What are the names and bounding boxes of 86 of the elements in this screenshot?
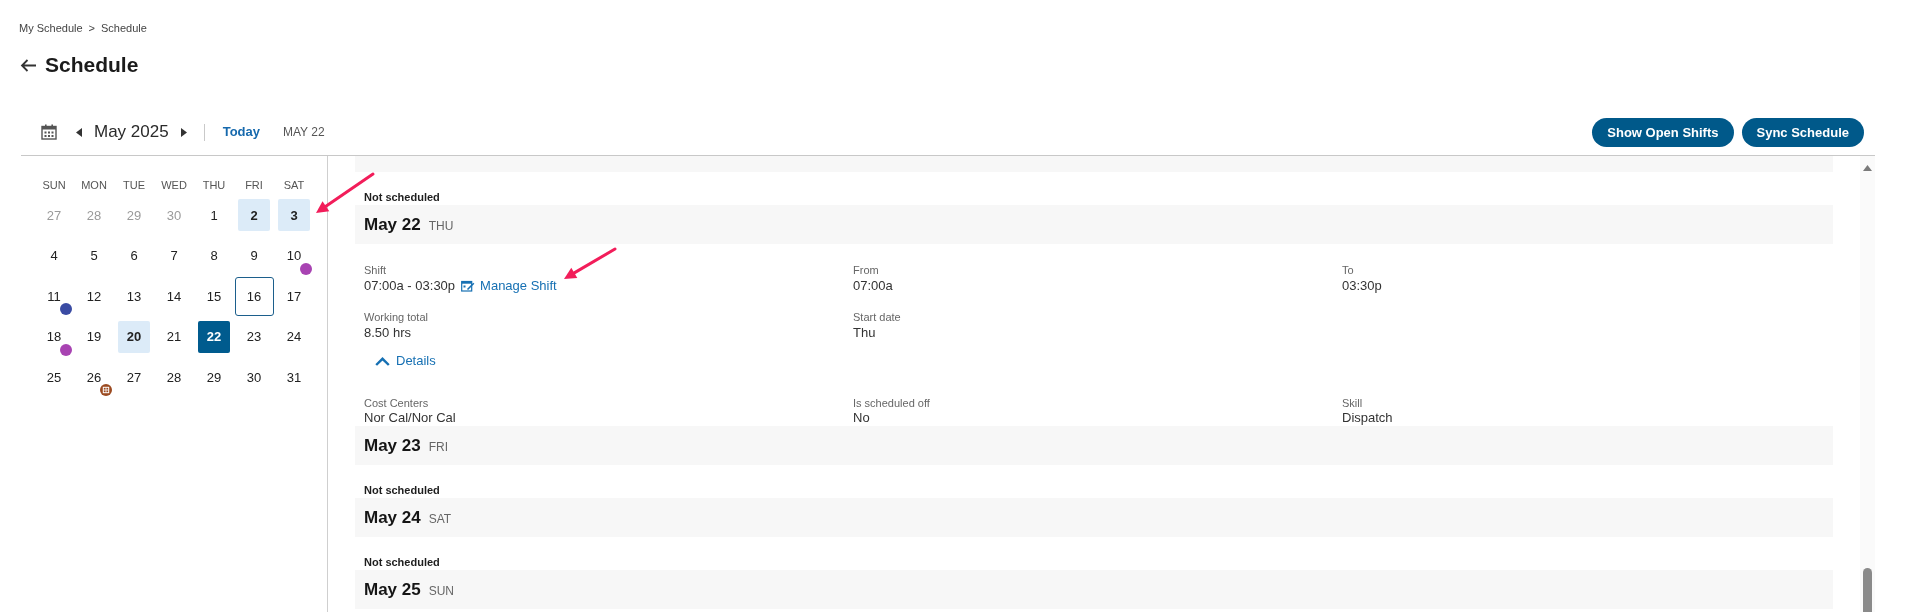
weekday-label: MON xyxy=(80,178,108,193)
calendar-day[interactable]: 30 xyxy=(238,361,270,394)
field-label: From xyxy=(853,263,880,277)
field-label: Shift xyxy=(364,263,387,277)
calendar-day[interactable]: 2 xyxy=(238,199,270,232)
calendar-day[interactable]: 7 xyxy=(158,239,190,272)
month-label: May 2025 xyxy=(94,122,169,142)
scrollbar-thumb[interactable] xyxy=(1863,568,1872,612)
calendar-day[interactable]: 18 xyxy=(38,320,70,353)
field-label: Start date xyxy=(853,310,902,324)
day-weekday: SUN xyxy=(428,583,455,600)
open-shifts-button[interactable]: Show Open Shifts xyxy=(1592,117,1734,147)
field-value: Nor Cal/Nor Cal xyxy=(364,410,457,426)
calendar-day[interactable]: 22 xyxy=(198,320,230,353)
field-label: Skill xyxy=(1342,396,1364,410)
weekday-label: FRI xyxy=(244,178,264,193)
field-label: Cost Centers xyxy=(364,396,430,410)
day-weekday: FRI xyxy=(428,439,449,456)
calendar-day[interactable]: 29 xyxy=(198,361,230,394)
day-weekday: THU xyxy=(428,218,454,235)
manage-shift-link[interactable]: Manage Shift xyxy=(461,277,557,294)
calendar-day[interactable]: 3 xyxy=(278,199,310,232)
calendar-day[interactable]: 23 xyxy=(238,320,270,353)
day-date: May 23 xyxy=(364,435,421,457)
calendar-day[interactable]: 14 xyxy=(158,280,190,313)
back-arrow-icon[interactable] xyxy=(20,58,37,72)
page-title: Schedule xyxy=(45,53,139,77)
details-toggle[interactable]: Details xyxy=(375,351,436,371)
breadcrumb-current: Schedule xyxy=(101,21,147,35)
calendar-day[interactable]: 27 xyxy=(118,361,150,394)
calendar-day[interactable]: 26 xyxy=(78,361,110,394)
annotation-arrow xyxy=(561,246,618,282)
field-label: Is scheduled off xyxy=(853,396,931,410)
field-value: Dispatch xyxy=(1342,410,1394,426)
weekday-label: THU xyxy=(201,178,227,193)
breadcrumb-separator: > xyxy=(88,21,96,35)
chevron-up-icon xyxy=(375,356,390,366)
field-value: 8.50 hrs xyxy=(364,324,412,341)
scroll-up-arrow-icon[interactable] xyxy=(1863,165,1872,171)
calendar-day[interactable]: 20 xyxy=(118,320,150,353)
day-date: May 22 xyxy=(364,214,421,236)
calendar-day[interactable]: 12 xyxy=(78,280,110,313)
calendar-day[interactable]: 25 xyxy=(38,361,70,394)
day-date: May 24 xyxy=(364,507,421,529)
weekday-label: SAT xyxy=(282,178,306,193)
calendar-day[interactable]: 9 xyxy=(238,239,270,272)
today-button[interactable]: Today xyxy=(222,124,260,140)
field-value: 03:30p xyxy=(1342,277,1383,294)
calendar-day[interactable]: 15 xyxy=(198,280,230,313)
calendar-day[interactable]: 11 xyxy=(38,280,70,313)
calendar-day[interactable]: 8 xyxy=(198,239,230,272)
weekday-label: WED xyxy=(160,178,188,193)
calendar-day[interactable]: 4 xyxy=(38,239,70,272)
calendar-day[interactable]: 1 xyxy=(198,199,230,232)
calendar-day[interactable]: 16 xyxy=(234,276,274,316)
calendar-icon[interactable] xyxy=(41,124,57,140)
day-weekday: SAT xyxy=(428,511,452,528)
calendar-day[interactable]: 17 xyxy=(278,280,310,313)
weekday-label: SUN xyxy=(41,178,67,193)
calendar-day[interactable]: 31 xyxy=(278,361,310,394)
calendar-day[interactable]: 5 xyxy=(78,239,110,272)
day-date: May 25 xyxy=(364,579,421,601)
calendar-day[interactable]: 19 xyxy=(78,320,110,353)
sync-schedule-button[interactable]: Sync Schedule xyxy=(1741,117,1864,147)
field-value: 07:00a xyxy=(853,277,894,294)
breadcrumb-link[interactable]: My Schedule xyxy=(19,21,83,35)
weekday-label: TUE xyxy=(122,178,146,193)
not-scheduled-label: Not scheduled xyxy=(364,483,441,498)
calendar-day[interactable]: 24 xyxy=(278,320,310,353)
calendar-day[interactable]: 13 xyxy=(118,280,150,313)
calendar-day[interactable]: 21 xyxy=(158,320,190,353)
not-scheduled-label: Not scheduled xyxy=(364,555,441,570)
field-label: Working total xyxy=(364,310,429,324)
field-value: Thu xyxy=(853,324,877,341)
caret-right-icon[interactable] xyxy=(180,127,187,137)
field-value: No xyxy=(853,410,871,426)
calendar-day[interactable]: 6 xyxy=(118,239,150,272)
calendar-edit-icon xyxy=(461,279,476,292)
not-scheduled-label: Not scheduled xyxy=(364,190,441,205)
field-value: 07:00a - 03:30p xyxy=(364,277,456,294)
selected-date-label: MAY 22 xyxy=(283,124,325,140)
caret-left-icon[interactable] xyxy=(76,127,82,137)
field-label: To xyxy=(1342,263,1355,277)
calendar-day[interactable]: 10 xyxy=(278,239,310,272)
calendar-day[interactable]: 28 xyxy=(158,361,190,394)
scrollbar-track[interactable] xyxy=(1860,156,1875,612)
